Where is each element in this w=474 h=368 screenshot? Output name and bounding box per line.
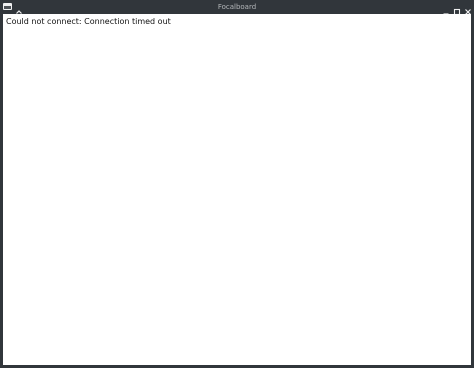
webview-content: Could not connect: Connection timed out: [3, 14, 471, 365]
close-icon[interactable]: [463, 2, 473, 15]
window-title: Focalboard: [217, 3, 257, 11]
app-menu-icon[interactable]: [3, 3, 12, 10]
chevron-up-icon[interactable]: [14, 2, 24, 14]
minimize-icon[interactable]: [441, 2, 451, 15]
app-window: Focalboard Could not connect: Connection…: [0, 0, 474, 368]
error-message: Could not connect: Connection timed out: [6, 17, 171, 26]
maximize-icon[interactable]: [452, 2, 462, 16]
titlebar[interactable]: Focalboard: [0, 0, 474, 16]
